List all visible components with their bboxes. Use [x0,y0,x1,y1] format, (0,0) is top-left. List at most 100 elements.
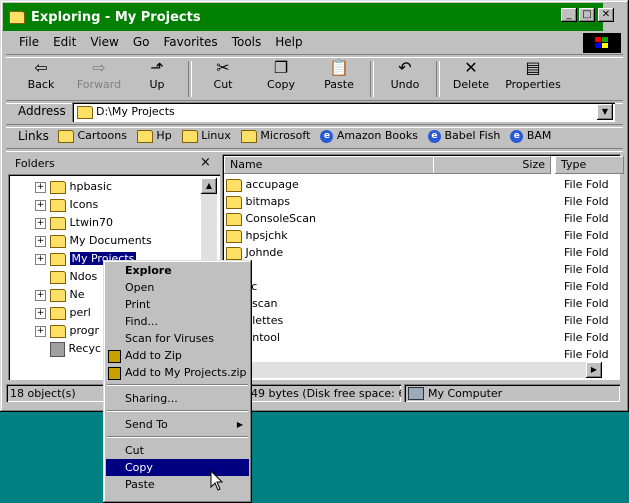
list-scroll-right[interactable]: ▶ [586,362,602,378]
link-microsoft[interactable]: Microsoft [240,129,310,143]
properties-icon: ▤ [525,58,541,77]
menu-favorites[interactable]: Favorites [156,33,224,53]
menu-item-print[interactable]: Print [106,296,249,313]
tree-item[interactable]: + Icons [35,196,152,214]
table-row[interactable]: ConsoleScan File Fold [226,210,616,227]
file-name: bitmaps [245,195,291,208]
file-type: File Fold [564,229,609,242]
status-objects: 18 object(s) [10,387,76,400]
link-amazon-books[interactable]: e Amazon Books [320,129,418,143]
context-menu: Explore Open Print Find... Scan for Viru… [103,260,252,503]
column-name[interactable]: Name [224,156,437,174]
menu-view[interactable]: View [83,33,125,53]
folder-icon [9,10,25,24]
table-row[interactable]: yscan File Fold [226,295,616,312]
address-label: Address [18,104,66,118]
table-row[interactable]: pFile Fold [226,261,616,278]
tree-item[interactable]: + hpbasic [35,178,152,196]
folders-pane-title: Folders [15,157,55,170]
open-folder-icon [50,252,66,266]
file-name: ConsoleScan [245,212,316,225]
menu-tools[interactable]: Tools [225,33,269,53]
folder-icon [50,288,66,302]
table-row[interactable]: alettes File Fold [226,312,616,329]
paste-button[interactable]: 📋 Paste [310,58,368,100]
forward-button[interactable]: ⇨ Forward [70,58,128,100]
expand-icon[interactable]: + [35,307,46,319]
undo-button[interactable]: ↶ Undo [376,58,434,100]
link-babel-fish[interactable]: e Babel Fish [427,129,500,143]
tree-item[interactable]: + Ltwin70 [35,214,152,232]
menu-item-find[interactable]: Find... [106,313,249,330]
maximize-button[interactable]: □ [579,8,595,22]
tree-scroll-up[interactable]: ▲ [201,178,217,194]
file-type: File Fold [564,263,609,276]
menu-item-copy[interactable]: Copy [106,459,249,476]
table-row[interactable]: scFile Fold [226,278,616,295]
column-size[interactable]: Size [433,156,551,174]
ie-icon: e [320,129,334,143]
window-title: Exploring - My Projects [31,9,201,25]
table-row[interactable]: accupage File Fold [226,176,616,193]
menu-item-cut[interactable]: Cut [106,442,249,459]
expand-icon[interactable]: + [35,325,46,337]
close-button[interactable]: ✕ [598,8,614,22]
expand-icon[interactable]: + [35,253,46,265]
menu-item-add-to-my-projects-zip[interactable]: Add to My Projects.zip [106,364,249,381]
back-button[interactable]: ⇦ Back [12,58,70,100]
copy-button[interactable]: ❐ Copy [252,58,310,100]
address-dropdown-button[interactable]: ▼ [597,104,613,120]
undo-label: Undo [390,78,420,91]
menu-bar: File Edit View Go Favorites Tools Help [12,33,310,53]
status-bytes-panel: 49 bytes (Disk free space: 66.8 [247,384,401,402]
menu-item-open[interactable]: Open [106,279,249,296]
title-bar[interactable]: Exploring - My Projects [3,3,603,31]
expand-icon[interactable]: + [35,235,46,247]
menu-item-paste[interactable]: Paste [106,476,249,493]
menu-edit[interactable]: Edit [46,33,83,53]
close-icon[interactable]: × [200,155,211,170]
delete-button[interactable]: ✕ Delete [442,58,500,100]
folder-icon [226,212,242,226]
table-row[interactable]: bitmaps File Fold [226,193,616,210]
menu-go[interactable]: Go [126,33,157,53]
menu-help[interactable]: Help [268,33,309,53]
minimize-button[interactable]: _ [561,8,577,22]
address-field[interactable]: D:\My Projects ▼ [72,102,615,122]
menu-item-scan-for-viruses[interactable]: Scan for Viruses [106,330,249,347]
cut-button[interactable]: ✂ Cut [194,58,252,100]
address-value: D:\My Projects [96,105,175,118]
expand-icon[interactable]: + [35,289,46,301]
table-row[interactable]: lFile Fold [226,346,616,363]
delete-icon: ✕ [464,58,478,77]
windows-logo [583,33,621,53]
menu-file[interactable]: File [12,33,46,53]
table-row[interactable]: hpsjchk File Fold [226,227,616,244]
expand-icon[interactable]: + [35,181,46,193]
menu-item-send-to[interactable]: Send To ▶ [106,416,249,433]
properties-label: Properties [505,78,561,91]
expand-icon[interactable]: + [35,217,46,229]
table-row[interactable]: Johnde File Fold [226,244,616,261]
list-scrollbar-track[interactable] [240,362,586,378]
menu-item-explore[interactable]: Explore [106,262,249,279]
link-linux[interactable]: Linux [181,129,231,143]
expand-icon[interactable]: + [35,199,46,211]
properties-button[interactable]: ▤ Properties [500,58,566,100]
file-type: File Fold [564,348,609,361]
link-cartoons[interactable]: Cartoons [58,129,127,143]
toolbar: ⇦ Back ⇨ Forward ⬏ Up ✂ Cut ❐ Copy 📋 Paste ↶ Un… [12,58,566,100]
table-row[interactable]: antool File Fold [226,329,616,346]
link-hp[interactable]: Hp [136,129,172,143]
column-type[interactable]: Type [555,156,624,174]
status-bytes: 49 bytes (Disk free space: 66.8 [251,387,401,400]
menu-item-add-to-zip[interactable]: Add to Zip [106,347,249,364]
folders-pane-header: Folders × [8,154,216,172]
link-bam[interactable]: e BAM [510,129,551,143]
paste-label: Paste [324,78,354,91]
up-button[interactable]: ⬏ Up [128,58,186,100]
folder-icon [181,129,198,143]
menu-item-sharing[interactable]: Sharing... [106,390,249,407]
tree-item[interactable]: + My Documents [35,232,152,250]
links-label: Links [18,129,49,143]
